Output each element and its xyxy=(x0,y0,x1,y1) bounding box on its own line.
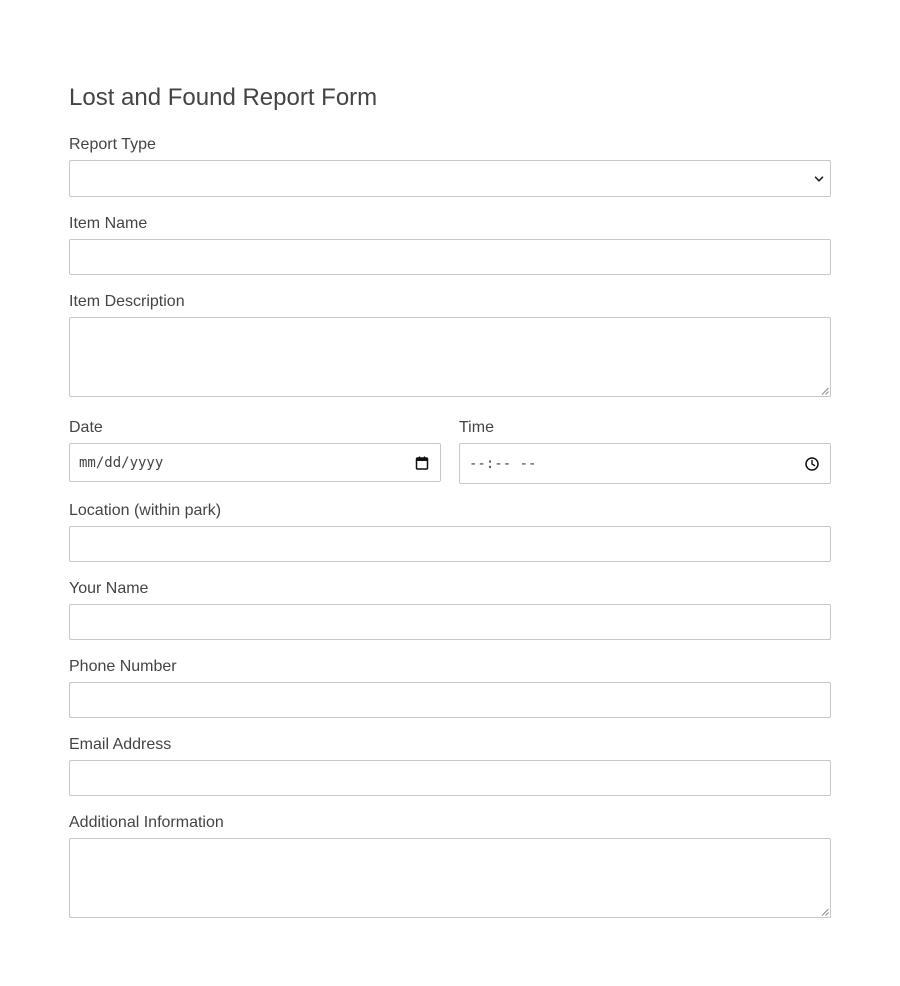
phone-field: Phone Number xyxy=(69,658,831,718)
additional-info-field: Additional Information xyxy=(69,814,831,918)
item-description-field: Item Description xyxy=(69,293,831,397)
item-name-input[interactable] xyxy=(69,239,831,275)
phone-input[interactable] xyxy=(69,682,831,718)
date-label: Date xyxy=(69,419,103,436)
item-description-textarea[interactable] xyxy=(69,317,831,397)
location-field: Location (within park) xyxy=(69,502,831,562)
email-input[interactable] xyxy=(69,760,831,796)
time-label: Time xyxy=(459,419,494,436)
time-field: Time --:-- -- xyxy=(459,419,831,484)
location-label: Location (within park) xyxy=(69,502,222,519)
report-type-label: Report Type xyxy=(69,136,156,153)
date-input[interactable]: mm/dd/yyyy xyxy=(69,443,441,482)
resize-grip-icon[interactable] xyxy=(821,908,829,916)
time-placeholder: --:-- -- xyxy=(469,455,537,472)
date-field: Date mm/dd/yyyy xyxy=(69,419,441,482)
email-field: Email Address xyxy=(69,736,831,796)
your-name-input[interactable] xyxy=(69,604,831,640)
location-input[interactable] xyxy=(69,526,831,562)
phone-label: Phone Number xyxy=(69,658,177,675)
resize-grip-icon[interactable] xyxy=(821,387,829,395)
your-name-label: Your Name xyxy=(69,580,149,597)
item-name-field: Item Name xyxy=(69,215,831,275)
item-name-label: Item Name xyxy=(69,215,148,232)
date-placeholder: mm/dd/yyyy xyxy=(79,454,164,471)
your-name-field: Your Name xyxy=(69,580,831,640)
chevron-down-icon xyxy=(814,175,824,182)
item-description-label: Item Description xyxy=(69,293,185,310)
additional-info-textarea[interactable] xyxy=(69,838,831,918)
additional-info-label: Additional Information xyxy=(69,814,224,831)
email-label: Email Address xyxy=(69,736,172,753)
clock-icon[interactable] xyxy=(804,456,820,472)
report-type-select[interactable] xyxy=(69,160,831,197)
time-input[interactable]: --:-- -- xyxy=(459,443,831,484)
page-title: Lost and Found Report Form xyxy=(69,84,378,111)
calendar-icon[interactable] xyxy=(414,455,430,471)
report-type-field: Report Type xyxy=(69,136,831,197)
